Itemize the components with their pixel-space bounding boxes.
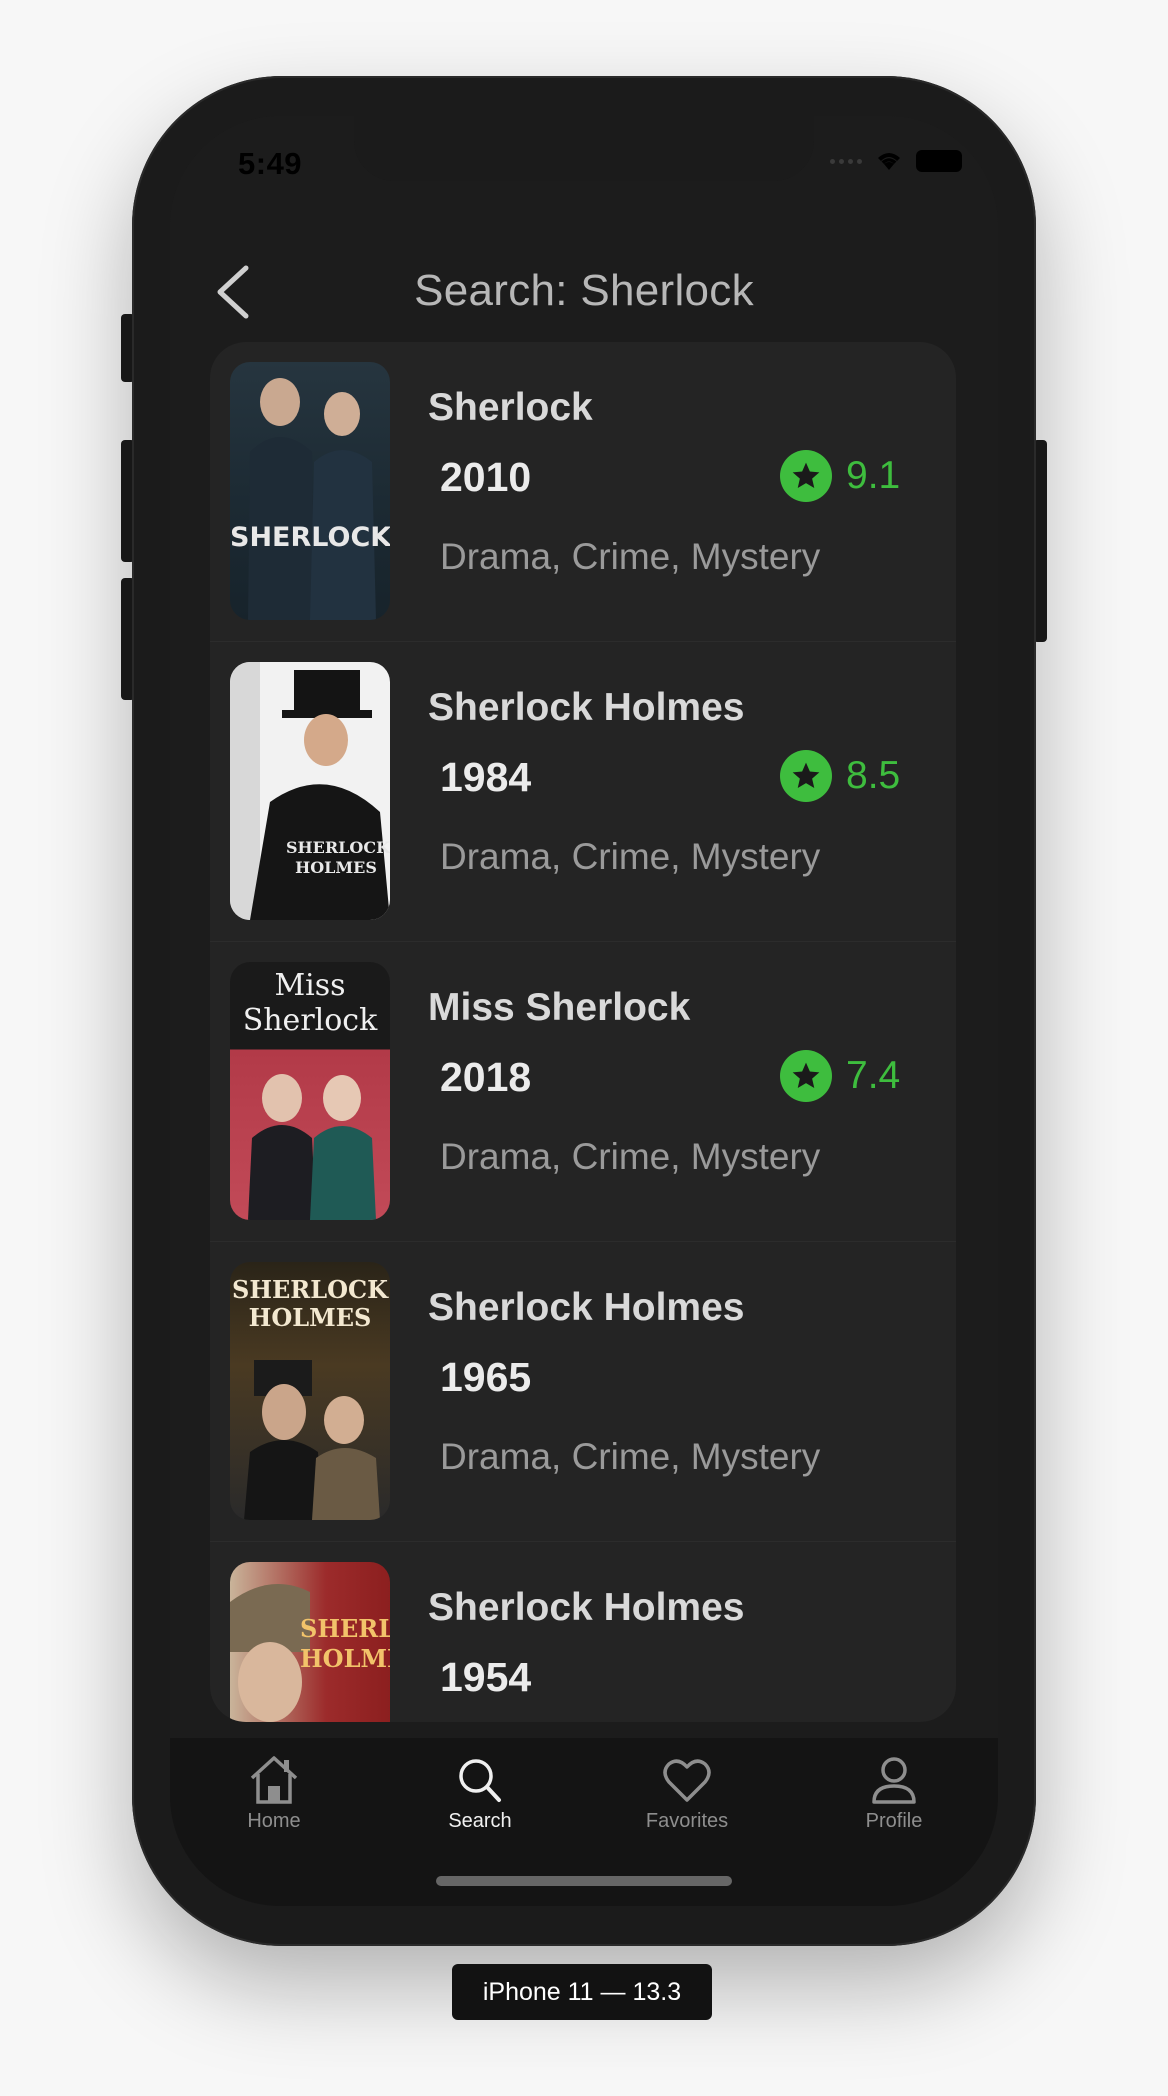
tab-search[interactable]: Search: [410, 1754, 550, 1854]
list-item[interactable]: SHERLOCK HOLMES Sherlock Holmes 1965 Dra…: [210, 1242, 956, 1542]
result-title: Sherlock: [428, 386, 593, 429]
tab-label: Favorites: [645, 1810, 729, 1832]
poster-image: Miss Sherlock: [230, 962, 390, 1220]
result-title: Miss Sherlock: [428, 986, 691, 1029]
tab-profile[interactable]: Profile: [824, 1754, 964, 1854]
list-item[interactable]: SHERLOCK HOLMES Sherlock Holmes 1954: [210, 1542, 956, 1722]
poster-image: SHERLOCK HOLMES: [230, 1262, 390, 1520]
page-title: Search: Sherlock: [414, 266, 754, 315]
rating: 9.1: [780, 450, 900, 502]
poster-image: SHERLOCK HOLMES: [230, 662, 390, 920]
tab-label: Home: [247, 1810, 301, 1832]
header: Search: Sherlock: [170, 236, 998, 346]
star-icon: [780, 750, 832, 802]
signal-icon: [830, 158, 862, 164]
poster-caption: SHERLOCK HOLMES: [300, 1614, 390, 1673]
result-genres: Drama, Crime, Mystery: [440, 536, 821, 577]
poster-image: SHERLOCK: [230, 362, 390, 620]
rating: 7.4: [780, 1050, 900, 1102]
rating-value: 7.4: [846, 1054, 901, 1097]
notch: [354, 116, 814, 181]
result-year: 1965: [440, 1354, 532, 1400]
result-year: 1954: [440, 1654, 532, 1700]
result-title: Sherlock Holmes: [428, 1286, 745, 1329]
tab-label: Profile: [865, 1810, 923, 1832]
result-genres: Drama, Crime, Mystery: [440, 1136, 821, 1177]
tab-favorites[interactable]: Favorites: [617, 1754, 757, 1854]
result-year: 1984: [440, 754, 532, 800]
list-item[interactable]: Miss Sherlock Miss Sherlock 2018 7.4 Dra…: [210, 942, 956, 1242]
battery-icon: [916, 150, 962, 172]
wifi-icon: [878, 153, 900, 170]
result-genres: Drama, Crime, Mystery: [440, 1436, 821, 1477]
home-icon: [250, 1756, 298, 1804]
poster-caption: Miss Sherlock: [242, 968, 378, 1038]
poster-image: SHERLOCK HOLMES: [230, 1562, 390, 1722]
tab-label: Search: [448, 1810, 512, 1832]
result-year: 2018: [440, 1054, 532, 1100]
home-indicator[interactable]: [436, 1876, 732, 1886]
rating-value: 9.1: [846, 454, 901, 497]
poster-caption: SHERLOCK HOLMES: [232, 1275, 388, 1332]
result-year: 2010: [440, 454, 532, 500]
simulator-stage: 5:49 Search: Sherlock SHERLOCK Sherlock …: [0, 0, 1168, 2096]
device-caption: iPhone 11 — 13.3: [452, 1964, 712, 2020]
result-genres: Drama, Crime, Mystery: [440, 836, 821, 877]
list-item[interactable]: SHERLOCK HOLMES Sherlock Holmes 1984 8.5…: [210, 642, 956, 942]
star-icon: [780, 1050, 832, 1102]
star-icon: [780, 450, 832, 502]
heart-icon: [663, 1759, 711, 1802]
poster-caption: SHERLOCK: [230, 522, 390, 553]
person-icon: [872, 1757, 916, 1804]
list-item[interactable]: SHERLOCK Sherlock 2010 9.1 Drama, Crime,…: [210, 342, 956, 642]
status-icons: [830, 150, 962, 172]
rating: 8.5: [780, 750, 900, 802]
search-icon: [459, 1759, 501, 1802]
result-title: Sherlock Holmes: [428, 1586, 745, 1629]
phone-screen: 5:49 Search: Sherlock SHERLOCK Sherlock …: [170, 116, 998, 1906]
search-results-list[interactable]: SHERLOCK Sherlock 2010 9.1 Drama, Crime,…: [210, 342, 956, 1722]
poster-caption: SHERLOCK HOLMES: [286, 838, 390, 877]
result-title: Sherlock Holmes: [428, 686, 745, 729]
rating-value: 8.5: [846, 754, 901, 797]
tab-home[interactable]: Home: [204, 1754, 344, 1854]
status-time: 5:49: [238, 146, 303, 181]
